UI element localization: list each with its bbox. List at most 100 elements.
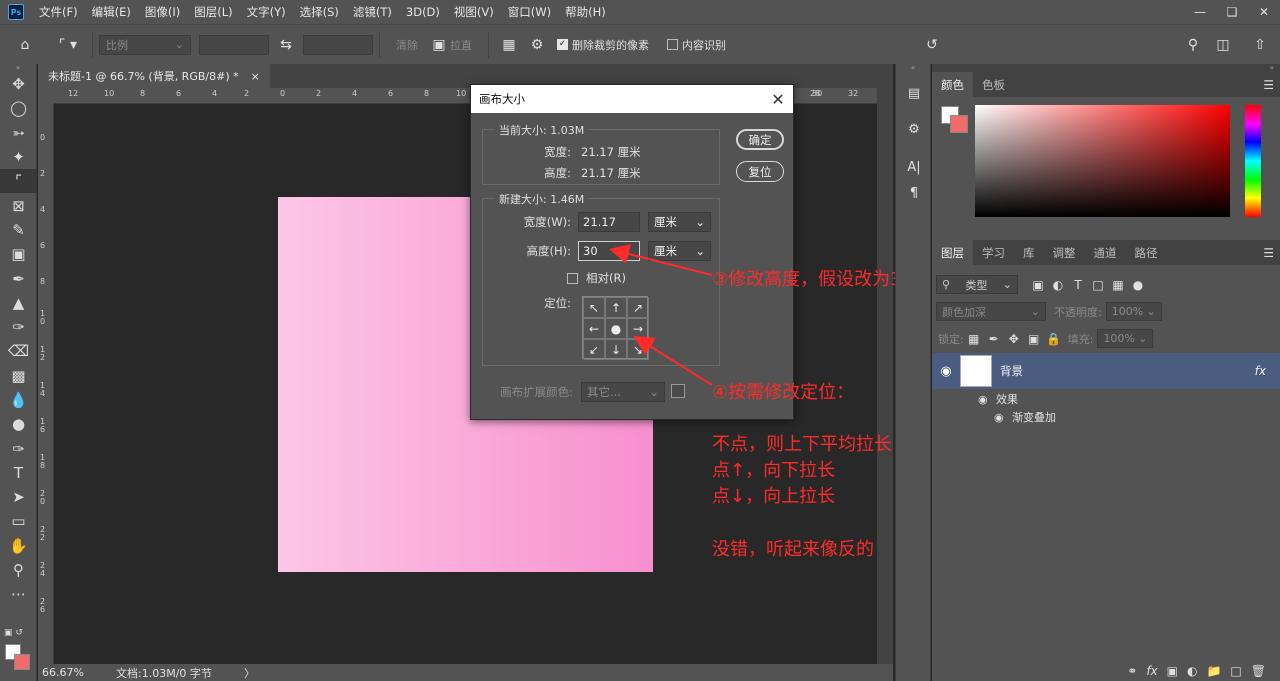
- color-saturation-field[interactable]: [975, 105, 1230, 217]
- panel-menu-icon[interactable]: ☰: [1263, 78, 1274, 92]
- menu-type[interactable]: 文字(Y): [240, 0, 293, 24]
- tab-libraries[interactable]: 库: [1014, 240, 1044, 265]
- height-input[interactable]: 30: [578, 241, 640, 261]
- lasso-tool-icon[interactable]: ➳: [0, 121, 37, 145]
- anchor-bottom-right-arrow-icon[interactable]: ↘: [627, 339, 649, 360]
- search-icon[interactable]: ⚲: [1183, 37, 1203, 53]
- width-unit-select[interactable]: 厘米 ⌄: [648, 212, 711, 232]
- crop-tool-preset-icon[interactable]: ⌜ ▾: [50, 37, 86, 53]
- anchor-left-arrow-icon[interactable]: ←: [583, 318, 605, 339]
- type-tool-icon[interactable]: T: [0, 461, 37, 485]
- menu-edit[interactable]: 编辑(E): [85, 0, 138, 24]
- marquee-tool-icon[interactable]: ◯: [0, 96, 37, 120]
- tab-swatches[interactable]: 色板: [973, 72, 1014, 97]
- opacity-input[interactable]: 100% ⌄: [1105, 302, 1162, 321]
- anchor-top-left-arrow-icon[interactable]: ↖: [583, 297, 605, 318]
- clone-stamp-tool-icon[interactable]: ▲: [0, 291, 37, 315]
- more-tools-icon[interactable]: ⋯: [0, 582, 37, 606]
- frame-tool-icon[interactable]: ⊠: [0, 193, 37, 217]
- pen-tool-icon[interactable]: ✑: [0, 436, 37, 460]
- paragraph-panel-icon[interactable]: ¶: [896, 180, 932, 206]
- menu-filter[interactable]: 滤镜(T): [346, 0, 399, 24]
- properties-panel-icon[interactable]: ⚙: [896, 116, 932, 142]
- link-icon[interactable]: ⚭: [1127, 664, 1137, 678]
- magic-wand-tool-icon[interactable]: ✦: [0, 145, 37, 169]
- anchor-bottom-arrow-icon[interactable]: ↓: [605, 339, 627, 360]
- close-icon[interactable]: ✕: [1248, 0, 1280, 24]
- dialog-titlebar[interactable]: 画布大小 ✕: [471, 85, 793, 113]
- character-panel-icon[interactable]: A|: [896, 154, 932, 180]
- menu-help[interactable]: 帮助(H): [558, 0, 613, 24]
- rectangle-tool-icon[interactable]: ▭: [0, 509, 37, 533]
- reset-icon[interactable]: ↺: [922, 37, 942, 53]
- background-color-swatch[interactable]: [14, 654, 30, 670]
- height-unit-select[interactable]: 厘米 ⌄: [648, 241, 711, 261]
- path-selection-tool-icon[interactable]: ➤: [0, 485, 37, 509]
- grid-overlay-icon[interactable]: ▦: [495, 37, 523, 53]
- menu-view[interactable]: 视图(V): [447, 0, 501, 24]
- blur-tool-icon[interactable]: 💧: [0, 388, 37, 412]
- lock-image-icon[interactable]: ✒: [984, 332, 1004, 346]
- lock-transparent-icon[interactable]: ▦: [964, 332, 984, 346]
- filter-smart-object-icon[interactable]: ▦: [1108, 278, 1128, 292]
- width-input[interactable]: 21.17: [578, 212, 640, 232]
- layer-item-background[interactable]: ◉ 背景 fx: [932, 353, 1280, 389]
- color-panel-background-swatch[interactable]: [950, 115, 968, 133]
- restore-icon[interactable]: ❏: [1216, 0, 1248, 24]
- mask-icon[interactable]: ▣: [1167, 664, 1178, 678]
- ext-color-select[interactable]: 其它... ⌄: [581, 382, 665, 402]
- filter-adjustment-icon[interactable]: ◐: [1048, 278, 1068, 292]
- trash-icon[interactable]: 🗑: [1251, 664, 1266, 678]
- dodge-tool-icon[interactable]: ●: [0, 412, 37, 436]
- brush-tool-icon[interactable]: ✒: [0, 266, 37, 290]
- vertical-scrollbar[interactable]: [877, 88, 893, 664]
- share-icon[interactable]: ⇧: [1250, 37, 1270, 53]
- adjustment-layer-icon[interactable]: ◐: [1187, 664, 1197, 678]
- history-panel-icon[interactable]: ▤: [896, 80, 932, 106]
- swap-icon[interactable]: ⇆: [269, 37, 303, 53]
- tab-layers[interactable]: 图层: [932, 240, 973, 265]
- collapse-icon[interactable]: «: [896, 64, 930, 72]
- anchor-center-dot-icon[interactable]: ●: [605, 318, 627, 339]
- menu-3d[interactable]: 3D(D): [399, 0, 447, 24]
- workspace-icon[interactable]: ◫: [1211, 37, 1235, 53]
- menu-layer[interactable]: 图层(L): [187, 0, 239, 24]
- filter-pixel-icon[interactable]: ▣: [1028, 278, 1048, 292]
- tab-adjustments[interactable]: 调整: [1044, 240, 1085, 265]
- lock-all-icon[interactable]: 🔒: [1044, 332, 1064, 346]
- fill-input[interactable]: 100% ⌄: [1097, 329, 1154, 348]
- layer-filter-select[interactable]: ⚲ 类型 ⌄: [936, 275, 1018, 294]
- eyedropper-tool-icon[interactable]: ✎: [0, 218, 37, 242]
- new-layer-icon[interactable]: □: [1230, 664, 1241, 678]
- anchor-top-arrow-icon[interactable]: ↑: [605, 297, 627, 318]
- zoom-level[interactable]: 66.67%: [42, 666, 116, 679]
- reset-button[interactable]: 复位: [736, 161, 784, 182]
- move-tool-icon[interactable]: ✥: [0, 72, 37, 96]
- close-icon[interactable]: ✕: [763, 90, 793, 109]
- collapse-icon[interactable]: »: [0, 64, 36, 72]
- menu-file[interactable]: 文件(F): [32, 0, 85, 24]
- gradient-overlay-row[interactable]: ◉ 渐变叠加: [932, 408, 1280, 426]
- default-colors-icon[interactable]: ▣ ↺: [4, 628, 23, 638]
- lock-position-icon[interactable]: ✥: [1004, 332, 1024, 346]
- home-icon[interactable]: ⌂: [0, 37, 50, 53]
- healing-brush-tool-icon[interactable]: ▣: [0, 242, 37, 266]
- crop-height-input[interactable]: [303, 34, 373, 55]
- effects-row[interactable]: ◉ 效果: [932, 390, 1280, 408]
- collapse-icon[interactable]: »: [932, 64, 1280, 72]
- clear-button[interactable]: 清除: [396, 37, 418, 53]
- delete-cropped-checkbox[interactable]: ✓ 删除裁剪的像素: [557, 37, 649, 53]
- history-brush-tool-icon[interactable]: ✑: [0, 315, 37, 339]
- ruler-origin[interactable]: [38, 88, 54, 104]
- crop-tool-icon[interactable]: ⌜: [0, 169, 37, 194]
- tab-learn[interactable]: 学习: [973, 240, 1014, 265]
- fx-icon[interactable]: fx: [1255, 364, 1266, 378]
- ext-color-swatch[interactable]: [671, 384, 685, 398]
- lock-artboard-icon[interactable]: ▣: [1024, 332, 1044, 346]
- document-tab[interactable]: 未标题-1 @ 66.7% (背景, RGB/8#) * ×: [38, 64, 270, 88]
- filter-toggle-icon[interactable]: ●: [1128, 278, 1148, 292]
- menu-window[interactable]: 窗口(W): [501, 0, 558, 24]
- tab-paths[interactable]: 路径: [1126, 240, 1167, 265]
- straighten-icon[interactable]: ▣: [428, 37, 450, 53]
- gear-icon[interactable]: ⚙: [523, 37, 551, 53]
